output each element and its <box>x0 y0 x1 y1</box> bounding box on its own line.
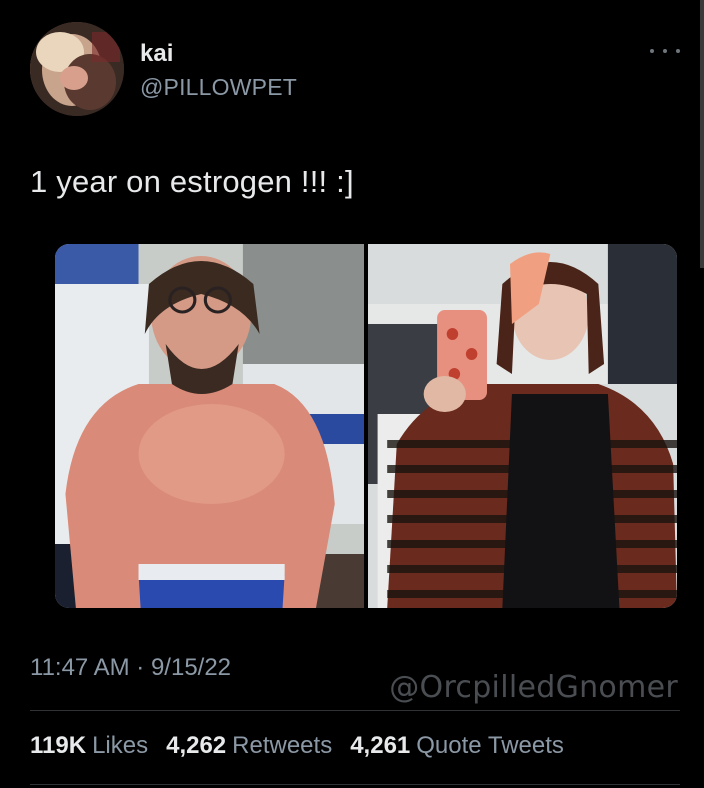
engagement-stats: 119K Likes 4,262 Retweets 4,261 Quote Tweet… <box>30 732 564 760</box>
tweet-media[interactable] <box>55 244 677 608</box>
quote-tweets-label: Quote Tweets <box>416 732 564 759</box>
tweet-timestamp[interactable]: 11:47 AM · 9/15/22 <box>30 654 231 682</box>
display-name[interactable]: kai <box>140 40 173 68</box>
before-photo[interactable] <box>55 244 364 608</box>
divider <box>30 710 680 711</box>
retweets-count: 4,262 <box>166 732 227 759</box>
retweets-stat[interactable]: 4,262 Retweets <box>166 732 332 760</box>
more-dot <box>676 49 680 53</box>
quote-tweets-stat[interactable]: 4,261 Quote Tweets <box>350 732 564 760</box>
more-horizontal-icon[interactable] <box>650 46 680 56</box>
tweet-text: 1 year on estrogen !!! :] <box>30 164 354 199</box>
tweet-header: kai @PILLOWPET <box>30 22 680 118</box>
retweets-label: Retweets <box>232 732 333 759</box>
more-dot <box>650 49 654 53</box>
quote-tweets-count: 4,261 <box>350 732 411 759</box>
likes-label: Likes <box>92 732 149 759</box>
scrollbar[interactable] <box>700 0 704 268</box>
more-dot <box>663 49 667 53</box>
likes-stat[interactable]: 119K Likes <box>30 732 148 760</box>
after-photo-image <box>368 244 677 608</box>
likes-count: 119K <box>30 732 87 759</box>
before-photo-image <box>55 244 364 608</box>
user-handle[interactable]: @PILLOWPET <box>140 74 297 101</box>
divider <box>30 784 680 785</box>
avatar[interactable] <box>30 22 124 116</box>
avatar-image <box>30 22 124 116</box>
after-photo[interactable] <box>368 244 677 608</box>
watermark: @OrcpilledGnomer <box>389 670 678 705</box>
